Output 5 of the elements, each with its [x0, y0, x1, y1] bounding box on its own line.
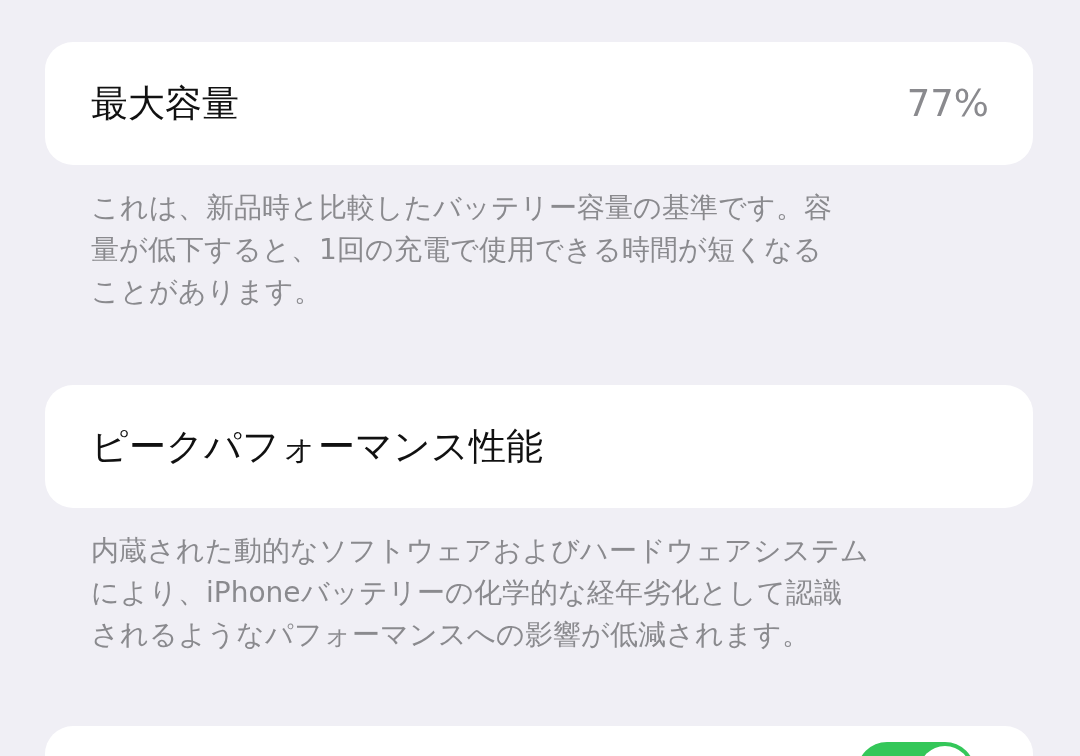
row-title: 最大容量	[91, 80, 239, 127]
footnote-text: これは、新品時と比較したバッテリー容量の基準です。容 量が低下すると、1回の充電で使用できる時間が短くなる ことがあります。	[90, 190, 833, 310]
footnote-text: 内蔵された動的なソフトウェアおよびハードウェアシステム により、iPhoneバッテリーの化学的な経年劣化として認識 されるようなパフォーマンスへの影響が低減されます。	[90, 533, 870, 653]
row-value: 77%	[906, 82, 989, 125]
row-title: ピークパフォーマンス性能	[91, 423, 543, 470]
